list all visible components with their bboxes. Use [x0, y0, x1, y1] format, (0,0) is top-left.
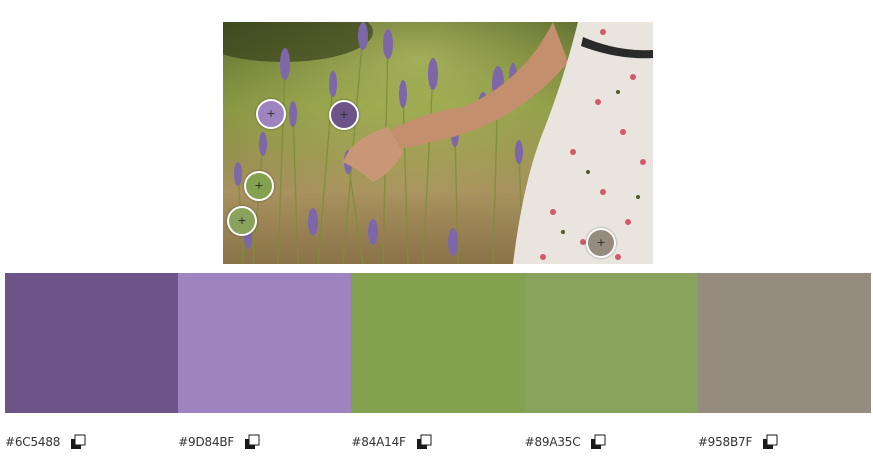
hex-label-cell: #9D84BF	[178, 432, 351, 452]
hex-code: #9D84BF	[178, 435, 235, 449]
color-picker-handle[interactable]: +	[586, 228, 616, 258]
source-photo: + + + + +	[223, 22, 653, 264]
crosshair-icon: +	[339, 108, 349, 122]
lavender-field-illustration	[223, 22, 653, 264]
color-swatch[interactable]	[178, 273, 352, 413]
color-swatch[interactable]	[524, 273, 698, 413]
hex-label-cell: #6C5488	[5, 432, 178, 452]
crosshair-icon: +	[596, 236, 606, 250]
hex-code: #958B7F	[697, 435, 753, 449]
copy-icon[interactable]	[70, 434, 86, 450]
crosshair-icon: +	[254, 179, 264, 193]
crosshair-icon: +	[237, 214, 247, 228]
hex-label-cell: #958B7F	[698, 432, 871, 452]
color-picker-handle[interactable]: +	[256, 99, 286, 129]
copy-icon[interactable]	[244, 434, 260, 450]
copy-icon[interactable]	[590, 434, 606, 450]
hex-label-cell: #84A14F	[351, 432, 524, 452]
palette-hex-labels: #6C5488 #9D84BF #84A14F #89A35C #958B7F	[5, 432, 871, 452]
color-picker-handle[interactable]: +	[227, 206, 257, 236]
copy-icon[interactable]	[762, 434, 778, 450]
hex-code: #84A14F	[351, 435, 406, 449]
crosshair-icon: +	[266, 107, 276, 121]
hex-label-cell: #89A35C	[525, 432, 698, 452]
color-palette-extractor: + + + + + #6C5488 #9D84BF #84A14F #89A35…	[0, 0, 873, 460]
color-swatch[interactable]	[5, 273, 179, 413]
color-picker-handle[interactable]: +	[244, 171, 274, 201]
color-picker-handle[interactable]: +	[329, 100, 359, 130]
palette-swatches	[5, 273, 872, 413]
color-swatch[interactable]	[697, 273, 872, 413]
copy-icon[interactable]	[416, 434, 432, 450]
hex-code: #89A35C	[524, 435, 581, 449]
color-swatch[interactable]	[351, 273, 525, 413]
hex-code: #6C5488	[5, 435, 61, 449]
